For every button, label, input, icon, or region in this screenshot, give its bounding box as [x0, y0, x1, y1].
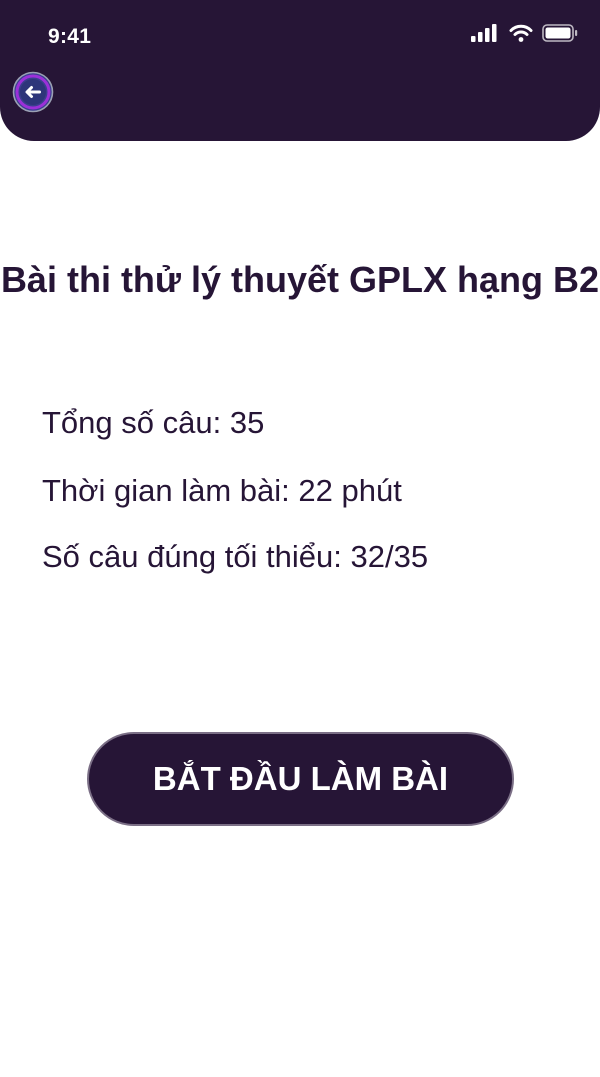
- signal-icon: [471, 24, 497, 42]
- app-header: 9:41: [0, 0, 600, 141]
- status-time: 9:41: [48, 25, 92, 48]
- min-correct-text: Số câu đúng tối thiểu: 32/35: [42, 539, 429, 574]
- start-exam-button[interactable]: BẮT ĐẦU LÀM BÀI: [87, 732, 514, 826]
- exam-duration-text: Thời gian làm bài: 22 phút: [42, 473, 402, 508]
- exam-title: Bài thi thử lý thuyết GPLX hạng B2: [0, 259, 600, 300]
- wifi-icon: [509, 24, 533, 42]
- back-button[interactable]: [12, 71, 54, 113]
- battery-icon: [542, 24, 578, 42]
- arrow-left-icon: [12, 71, 54, 113]
- status-icons: [471, 24, 578, 42]
- total-questions-text: Tổng số câu: 35: [42, 405, 265, 440]
